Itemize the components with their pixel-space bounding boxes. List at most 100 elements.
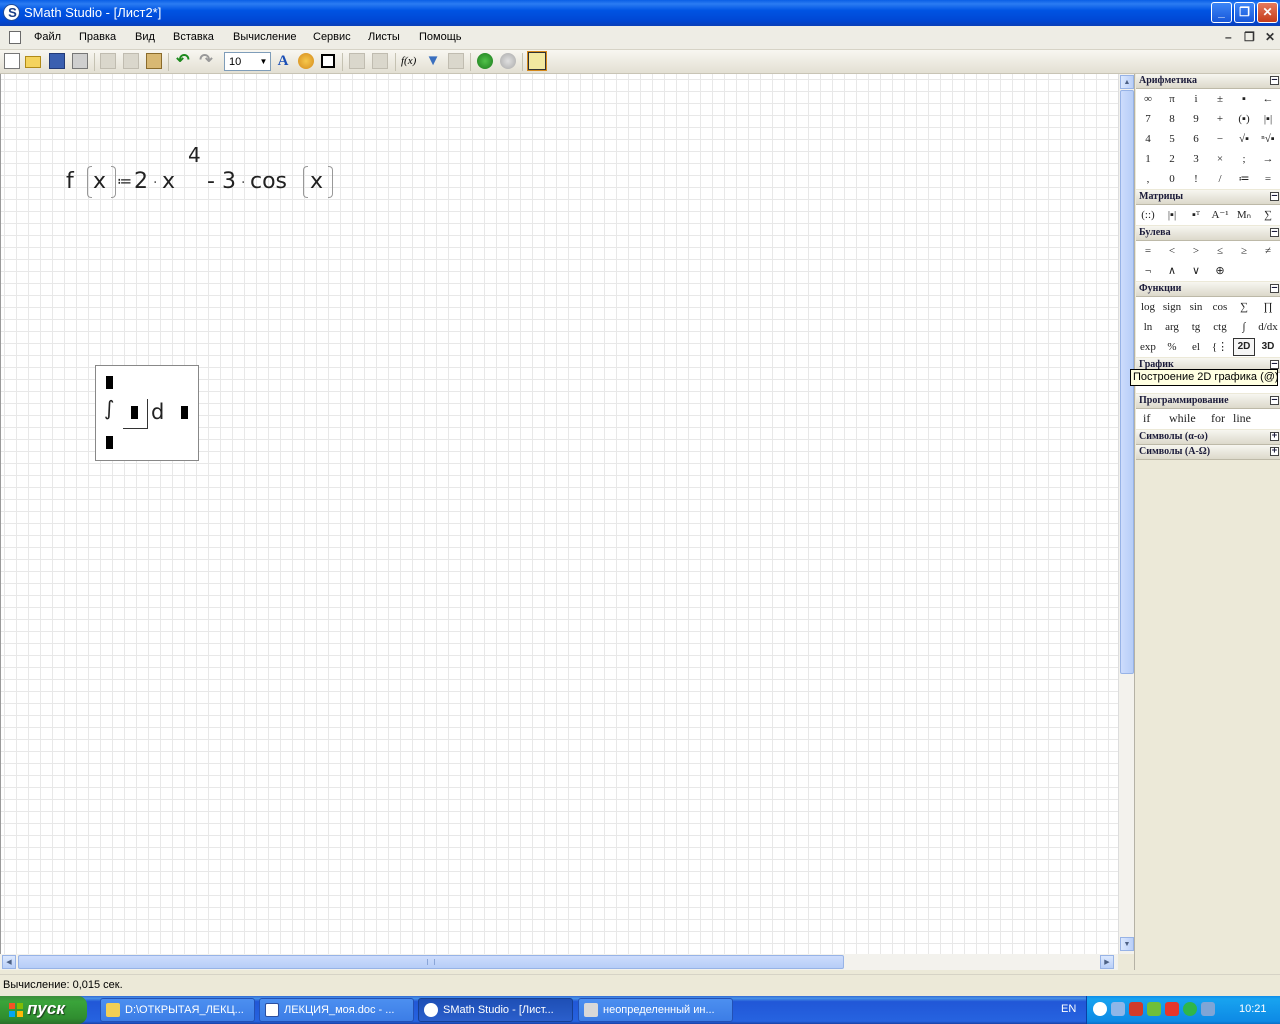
chevron-down-icon[interactable]: ▼ (257, 53, 270, 70)
minimize-button[interactable]: _ (1211, 2, 1232, 23)
section-symbols-lower-header[interactable]: Символы (α-ω) + (1136, 430, 1280, 445)
arithmetic-button[interactable]: 6 (1185, 130, 1207, 148)
collapse-icon[interactable]: – (1270, 284, 1279, 293)
function-button[interactable]: {⋮ (1209, 338, 1231, 356)
function-button[interactable]: d/dx (1257, 318, 1279, 336)
boolean-button[interactable]: ≠ (1257, 242, 1279, 260)
arithmetic-button[interactable]: π (1161, 90, 1183, 108)
vertical-scrollbar[interactable]: ▲ ▼ (1118, 74, 1134, 954)
arithmetic-button[interactable]: ← (1257, 90, 1279, 108)
document-icon[interactable] (9, 31, 21, 44)
recalculate-icon[interactable] (477, 53, 493, 69)
function-button[interactable]: ∏ (1257, 298, 1279, 316)
section-matrices-header[interactable]: Матрицы – (1136, 190, 1280, 205)
scroll-down-icon[interactable]: ▼ (1120, 937, 1134, 951)
worksheet-canvas[interactable]: f x ≔ 2 · x 4 - 3 · cos x ∫ d (0, 74, 1118, 954)
section-boolean-header[interactable]: Булева – (1136, 226, 1280, 241)
arithmetic-button[interactable]: i (1185, 90, 1207, 108)
arithmetic-button[interactable]: 4 (1137, 130, 1159, 148)
taskbar-item-browser[interactable]: неопределенный ин... (578, 998, 733, 1022)
start-button[interactable]: пуск (0, 996, 87, 1024)
menu-calculation[interactable]: Вычисление (233, 31, 297, 43)
mdi-close-button[interactable]: ✕ (1265, 30, 1275, 44)
title-bar[interactable]: S SMath Studio - [Лист2*] _ ❐ ✕ (0, 0, 1280, 26)
matrix-button[interactable]: A⁻¹ (1209, 206, 1231, 224)
integral-region[interactable]: ∫ d (95, 365, 199, 461)
function-button[interactable]: 3D (1257, 338, 1279, 356)
cut-icon[interactable] (100, 53, 116, 69)
prog-if-button[interactable]: if (1143, 409, 1150, 427)
border-icon[interactable] (321, 54, 335, 68)
language-indicator[interactable]: EN (1061, 1003, 1076, 1015)
section-functions-header[interactable]: Функции – (1136, 282, 1280, 297)
scroll-right-icon[interactable]: ▶ (1100, 955, 1114, 969)
section-symbols-upper-header[interactable]: Символы (Α-Ω) + (1136, 445, 1280, 460)
units-icon[interactable] (448, 53, 464, 69)
scroll-left-icon[interactable]: ◀ (2, 955, 16, 969)
arithmetic-button[interactable]: 8 (1161, 110, 1183, 128)
menu-insert[interactable]: Вставка (173, 31, 214, 43)
function-button[interactable]: exp (1137, 338, 1159, 356)
prog-while-button[interactable]: while (1169, 409, 1196, 427)
antivirus-icon[interactable] (1129, 1002, 1143, 1016)
boolean-button[interactable]: ⊕ (1209, 262, 1231, 280)
arithmetic-button[interactable]: ! (1185, 170, 1207, 188)
function-button[interactable]: log (1137, 298, 1159, 316)
arithmetic-button[interactable]: ⁿ√▪ (1257, 130, 1279, 148)
scroll-up-icon[interactable]: ▲ (1120, 75, 1134, 89)
arithmetic-button[interactable]: 1 (1137, 150, 1159, 168)
boolean-button[interactable]: ∧ (1161, 262, 1183, 280)
paste-icon[interactable] (146, 53, 162, 69)
arithmetic-button[interactable]: − (1209, 130, 1231, 148)
arithmetic-button[interactable]: ; (1233, 150, 1255, 168)
arithmetic-button[interactable]: ± (1209, 90, 1231, 108)
menu-edit[interactable]: Правка (79, 31, 116, 43)
arithmetic-button[interactable]: × (1209, 150, 1231, 168)
function-button[interactable]: sin (1185, 298, 1207, 316)
matrix-button[interactable]: Mₙ (1233, 206, 1255, 224)
arithmetic-button[interactable]: 7 (1137, 110, 1159, 128)
side-panel-toggle-icon[interactable] (527, 51, 547, 71)
arithmetic-button[interactable]: + (1209, 110, 1231, 128)
collapse-icon[interactable]: – (1270, 396, 1279, 405)
function-button[interactable]: ctg (1209, 318, 1231, 336)
close-button[interactable]: ✕ (1257, 2, 1278, 23)
stop-calculation-icon[interactable] (500, 53, 516, 69)
matrix-button[interactable]: ∑ (1257, 206, 1279, 224)
save-icon[interactable] (49, 53, 65, 69)
function-button[interactable]: ∑ (1233, 298, 1255, 316)
mdi-restore-button[interactable]: ❐ (1244, 30, 1255, 44)
arithmetic-button[interactable]: 3 (1185, 150, 1207, 168)
copy-icon[interactable] (123, 53, 139, 69)
mdi-minimize-button[interactable]: – (1225, 30, 1232, 44)
collapse-icon[interactable]: – (1270, 228, 1279, 237)
upper-limit-placeholder[interactable] (106, 376, 113, 389)
section-arithmetic-header[interactable]: Арифметика – (1136, 74, 1280, 89)
expand-icon[interactable]: + (1270, 447, 1279, 456)
integrand-placeholder[interactable] (131, 406, 138, 419)
boolean-button[interactable]: = (1137, 242, 1159, 260)
matrix-button[interactable]: |▪| (1161, 206, 1183, 224)
function-icon[interactable]: f(x) (401, 53, 421, 69)
function-button[interactable]: ln (1137, 318, 1159, 336)
lower-limit-placeholder[interactable] (106, 436, 113, 449)
function-button[interactable]: tg (1185, 318, 1207, 336)
function-button[interactable]: 2D (1233, 338, 1255, 356)
arithmetic-button[interactable]: ∞ (1137, 90, 1159, 108)
variable-placeholder[interactable] (181, 406, 188, 419)
arithmetic-button[interactable]: / (1209, 170, 1231, 188)
filter-icon[interactable]: ▼ (425, 53, 441, 69)
network-icon[interactable] (1111, 1002, 1125, 1016)
taskbar-item-explorer[interactable]: D:\ОТКРЫТАЯ_ЛЕКЦ... (100, 998, 255, 1022)
messenger-icon[interactable] (1183, 1002, 1197, 1016)
redo-icon[interactable]: ↷ (198, 53, 214, 69)
boolean-button[interactable]: > (1185, 242, 1207, 260)
arithmetic-button[interactable]: (▪) (1233, 110, 1255, 128)
taskbar-item-word[interactable]: ЛЕКЦИЯ_моя.doc - ... (259, 998, 414, 1022)
new-document-icon[interactable] (4, 53, 20, 69)
arithmetic-button[interactable]: 5 (1161, 130, 1183, 148)
menu-sheets[interactable]: Листы (368, 31, 400, 43)
boolean-button[interactable]: ∨ (1185, 262, 1207, 280)
arithmetic-button[interactable]: , (1137, 170, 1159, 188)
boolean-button[interactable]: ≤ (1209, 242, 1231, 260)
